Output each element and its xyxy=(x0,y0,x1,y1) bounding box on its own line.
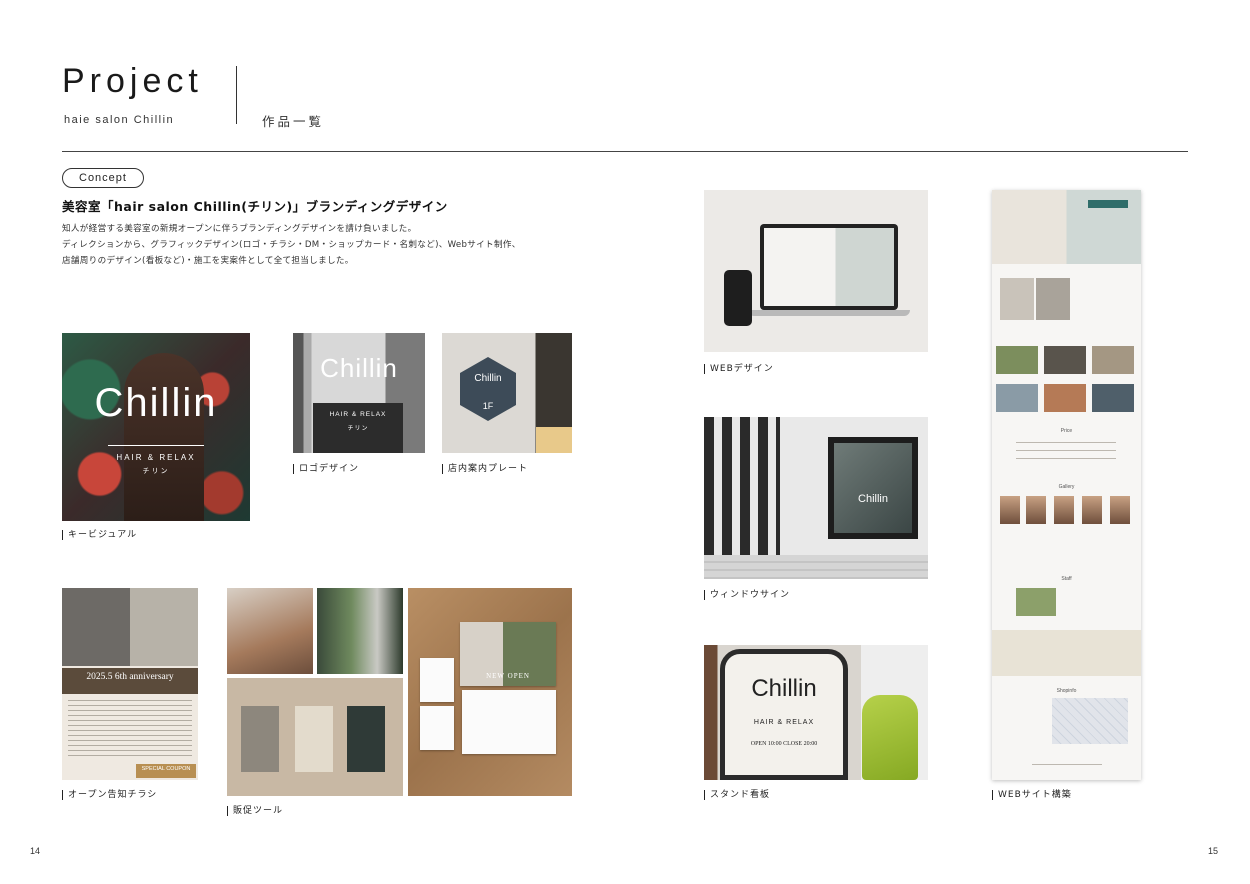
sign-board xyxy=(720,649,848,780)
brand-tagline: HAIR & RELAX xyxy=(116,453,196,462)
promo-cards-photo xyxy=(227,678,403,796)
brand-logo: Chillin xyxy=(94,381,218,425)
flyer-image: 2025.5 6th anniversary SPECIAL COUPON xyxy=(62,588,198,780)
site-banner xyxy=(992,630,1141,676)
promo-plant-photo xyxy=(317,588,403,674)
caption-plate: 店内案内プレート xyxy=(442,464,528,474)
brand-kana: チリン xyxy=(347,426,369,432)
brand-logo: Chillin xyxy=(858,493,888,505)
site-staff-photo xyxy=(1016,588,1056,616)
site-gallery-photo xyxy=(996,346,1038,374)
brand-kana: チリン xyxy=(142,468,170,475)
phone-mockup xyxy=(724,270,752,326)
caption-logo: ロゴデザイン xyxy=(293,464,359,474)
caption-window: ウィンドウサイン xyxy=(704,590,790,600)
business-card xyxy=(347,706,385,772)
header-rule xyxy=(62,151,1188,152)
website-longshot: Price Gallery Staff Shopinfo xyxy=(992,190,1141,780)
caption-promo: 販促ツール xyxy=(227,806,283,816)
logo-design-image: Chillin HAIR & RELAX チリン xyxy=(293,333,425,453)
business-card xyxy=(295,706,333,772)
entrance-steps xyxy=(704,555,928,579)
page-subtitle: haie salon Chillin xyxy=(64,114,175,126)
site-gallery-photo xyxy=(1044,346,1086,374)
key-visual-image: Chillin HAIR & RELAX チリン xyxy=(62,333,250,521)
caption-stand: スタンド看板 xyxy=(704,790,770,800)
concept-line: 知人が経営する美容室の新規オープンに伴うブランディングデザインを請け負いました。 xyxy=(62,224,417,234)
laptop-screen xyxy=(760,224,898,310)
salon-chair xyxy=(862,695,918,780)
concept-badge: Concept xyxy=(62,168,144,188)
brand-tagline: HAIR & RELAX xyxy=(329,411,387,418)
section-title: 作品一覧 xyxy=(262,114,325,129)
brick-pillars xyxy=(704,417,780,557)
site-section-shopinfo: Shopinfo xyxy=(1056,688,1077,694)
site-about-photo xyxy=(1000,278,1034,320)
brand-tagline: HAIR & RELAX xyxy=(753,719,815,726)
site-section-price: Price xyxy=(1060,428,1073,434)
site-about-photo xyxy=(1036,278,1070,320)
flyer-body-text xyxy=(68,700,192,756)
web-design-mockup xyxy=(704,190,928,352)
concept-description: 知人が経営する美容室の新規オープンに伴うブランディングデザインを請け負いました。… xyxy=(62,221,582,269)
site-gallery-photo xyxy=(1092,346,1134,374)
concept-line: ディレクションから、グラフィックデザイン(ロゴ・チラシ・DM・ショップカード・名… xyxy=(62,240,521,250)
site-gallery-photo xyxy=(1092,384,1134,412)
dm-new-open: NEW OPEN xyxy=(486,672,530,680)
floor-label: 1F xyxy=(482,401,494,411)
coupon-label: SPECIAL COUPON xyxy=(141,766,191,772)
hair-figure xyxy=(124,353,204,521)
promo-dm-photo: NEW OPEN xyxy=(408,588,572,796)
promo-hair-photo xyxy=(227,588,313,674)
site-section-staff: Staff xyxy=(1061,576,1072,582)
page-number-left: 14 xyxy=(30,846,41,856)
shop-card xyxy=(420,658,454,702)
header-divider xyxy=(236,66,237,124)
caption-key-visual: キービジュアル xyxy=(62,530,137,540)
shop-card xyxy=(420,706,454,750)
map-card xyxy=(462,690,556,754)
caption-web-design: WEBデザイン xyxy=(704,364,774,374)
site-map xyxy=(1052,698,1128,744)
brand-logo: Chillin xyxy=(751,675,817,702)
brand-logo: Chillin xyxy=(320,353,398,383)
site-gallery-photo xyxy=(1044,384,1086,412)
concept-line: 店舗周りのデザイン(看板など)・施工を実案件として全て担当しました。 xyxy=(62,256,354,266)
warm-light xyxy=(536,427,572,453)
concept-heading: 美容室「hair salon Chillin(チリン)」ブランディングデザイン xyxy=(62,199,448,214)
window-glass xyxy=(834,443,912,533)
page-number-right: 15 xyxy=(1208,846,1219,856)
site-hero-accent xyxy=(1088,200,1128,208)
floor-plate-image: Chillin 1F xyxy=(442,333,572,453)
caption-website: WEBサイト構築 xyxy=(992,790,1072,800)
site-section-gallery: Gallery xyxy=(1058,484,1075,490)
site-gallery-photo xyxy=(996,384,1038,412)
logo-rule xyxy=(108,445,204,446)
stand-sign-photo: Chillin HAIR & RELAX OPEN 10:00 CLOSE 20… xyxy=(704,645,928,780)
flyer-photo xyxy=(62,588,198,666)
laptop-base xyxy=(748,310,910,316)
page-title: Project xyxy=(62,62,203,100)
brand-logo: Chillin xyxy=(474,373,502,384)
flyer-headline: 2025.5 6th anniversary xyxy=(86,672,174,682)
window-sign-photo: Chillin xyxy=(704,417,928,579)
caption-flyer: オープン告知チラシ xyxy=(62,790,157,800)
open-hours: OPEN 10:00 CLOSE 20:00 xyxy=(750,741,818,747)
business-card xyxy=(241,706,279,772)
hex-plate xyxy=(460,357,516,421)
